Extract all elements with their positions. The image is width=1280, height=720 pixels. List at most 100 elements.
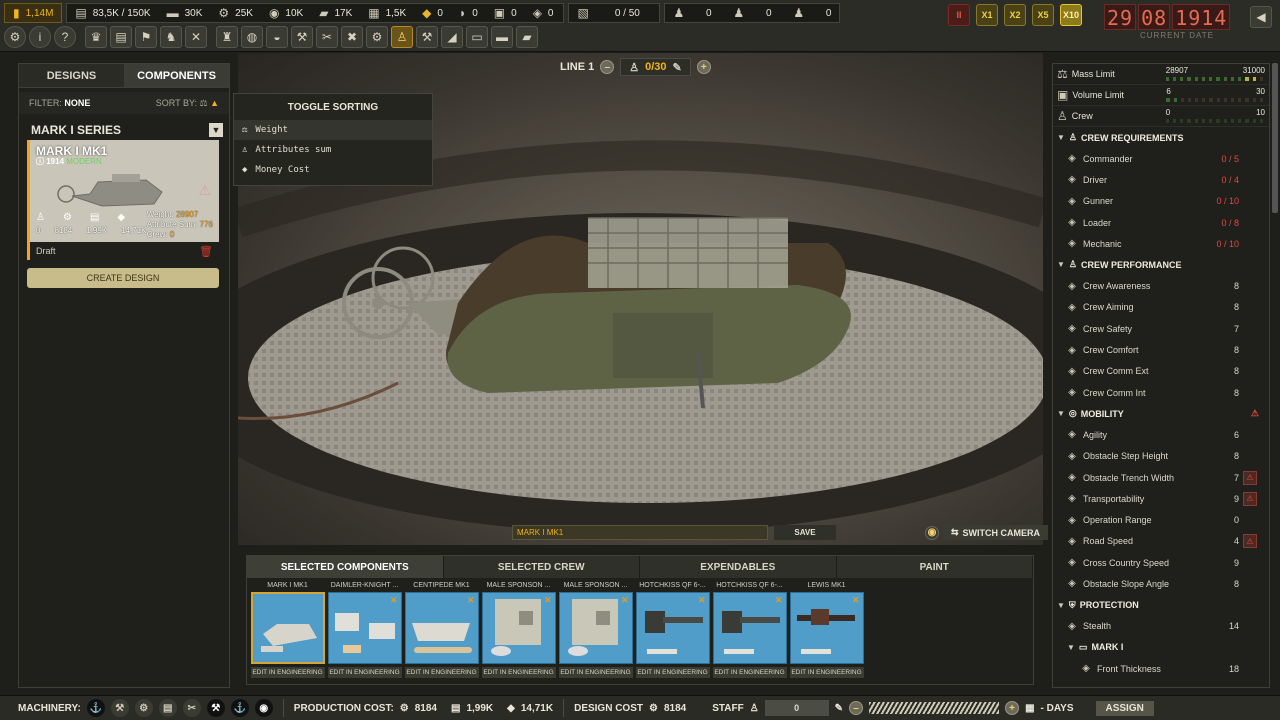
save-button[interactable]: SAVE bbox=[774, 525, 836, 540]
edit-icon[interactable]: ✎ bbox=[673, 61, 682, 74]
stat-row-crew-comm-ext[interactable]: ◈ Crew Comm Ext 8 bbox=[1053, 361, 1269, 382]
warning-icon[interactable]: ⚠ bbox=[1243, 470, 1257, 485]
crossed-swords-icon[interactable]: ✕ bbox=[185, 26, 207, 48]
next-line-icon[interactable]: + bbox=[696, 60, 711, 74]
edit-in-engineering-button[interactable]: EDIT IN ENGINEERING bbox=[327, 667, 402, 678]
create-design-button[interactable]: CREATE DESIGN bbox=[27, 268, 219, 288]
stat-row-stealth[interactable]: ◈ Stealth 14 bbox=[1053, 616, 1269, 637]
section-mobility[interactable]: ▼ ◎ MOBILITY ⚠ bbox=[1053, 403, 1269, 424]
component-slot[interactable]: MALE SPONSON ... ✕ EDIT IN ENGINEERING bbox=[558, 582, 633, 678]
stat-row-obstacle-step-height[interactable]: ◈ Obstacle Step Height 8 bbox=[1053, 446, 1269, 467]
materials-group[interactable]: ▤ 83,5K / 150K ▬ 30K ⚙ 25K ◉ 10K ▰ 17K ▦ 1,5K … bbox=[66, 3, 565, 23]
camera-rotate-icon[interactable]: ◉ bbox=[925, 525, 939, 540]
stats-scrollbar[interactable] bbox=[1272, 63, 1278, 213]
storage-resource[interactable]: ▧ 0 / 50 bbox=[568, 3, 661, 23]
edit-in-engineering-button[interactable]: EDIT IN ENGINEERING bbox=[404, 667, 479, 678]
tab-selected-crew[interactable]: SELECTED CREW bbox=[443, 556, 640, 578]
edit-in-engineering-button[interactable]: EDIT IN ENGINEERING bbox=[558, 667, 633, 678]
stat-row-crew-comm-int[interactable]: ◈ Crew Comm Int 8 bbox=[1053, 382, 1269, 403]
stat-row-mechanic[interactable]: ◈ Mechanic 0 / 10 bbox=[1053, 233, 1269, 254]
stat-row-loader[interactable]: ◈ Loader 0 / 8 bbox=[1053, 212, 1269, 233]
sort-option-money[interactable]: ◆ Money Cost bbox=[234, 160, 432, 180]
edit-icon[interactable]: ✎ bbox=[835, 703, 843, 714]
wrench-icon[interactable]: ✖ bbox=[341, 26, 363, 48]
staff-slider[interactable] bbox=[869, 702, 1000, 714]
stat-row-agility[interactable]: ◈ Agility 6 bbox=[1053, 424, 1269, 445]
assign-button[interactable]: ASSIGN bbox=[1095, 700, 1154, 716]
tab-paint[interactable]: PAINT bbox=[836, 556, 1033, 578]
megaphone-icon[interactable]: ◀ bbox=[1250, 6, 1272, 28]
edit-in-engineering-button[interactable]: EDIT IN ENGINEERING bbox=[635, 667, 710, 678]
tab-designs[interactable]: DESIGNS bbox=[19, 64, 124, 88]
component-slot[interactable]: MALE SPONSON ... ✕ EDIT IN ENGINEERING bbox=[481, 582, 556, 678]
tab-components[interactable]: COMPONENTS bbox=[124, 64, 229, 88]
section-crew-performance[interactable]: ▼ ♙ CREW PERFORMANCE bbox=[1053, 254, 1269, 275]
hammer-icon[interactable]: ⚒ bbox=[206, 699, 225, 717]
component-slot[interactable]: MARK I MK1 EDIT IN ENGINEERING bbox=[250, 582, 325, 678]
design-name-input[interactable]: MARK I MK1 bbox=[512, 525, 768, 540]
series-header[interactable]: MARK I SERIES ▼ bbox=[19, 120, 229, 140]
edit-in-engineering-button[interactable]: EDIT IN ENGINEERING bbox=[712, 667, 787, 678]
flag-icon[interactable]: ⚑ bbox=[135, 26, 157, 48]
warning-icon[interactable]: ⚠ bbox=[1243, 491, 1257, 506]
warning-icon[interactable]: ⚠ bbox=[1243, 534, 1257, 549]
info-icon[interactable]: i bbox=[29, 26, 51, 48]
drill-icon[interactable]: ⚒ bbox=[110, 699, 129, 717]
increase-staff-icon[interactable]: + bbox=[1005, 701, 1020, 715]
pause-button[interactable]: II bbox=[948, 4, 970, 26]
remove-icon[interactable]: ✕ bbox=[390, 595, 398, 606]
component-slot[interactable]: HOTCHKISS QF 6-... ✕ EDIT IN ENGINEERING bbox=[712, 582, 787, 678]
hull-thumbnail[interactable] bbox=[250, 592, 325, 664]
trash-icon[interactable]: 🗑 bbox=[199, 245, 213, 258]
tank-icon[interactable]: ▭ bbox=[466, 26, 488, 48]
design-card[interactable]: MARK I MK1 ⓘ 1914 MODERN ⚠ Weight: 28907… bbox=[27, 140, 219, 260]
track-thumbnail[interactable]: ✕ bbox=[404, 592, 479, 664]
money-resource[interactable]: ▮ 1,14M bbox=[4, 3, 63, 23]
anchor-icon[interactable]: ⚓ bbox=[86, 699, 105, 717]
section-protection[interactable]: ▼ ⛨ PROTECTION bbox=[1053, 595, 1269, 616]
factory-icon[interactable]: ♜ bbox=[216, 26, 238, 48]
remove-icon[interactable]: ✕ bbox=[852, 595, 860, 606]
crane-icon[interactable]: ⚓ bbox=[230, 699, 249, 717]
edit-in-engineering-button[interactable]: EDIT IN ENGINEERING bbox=[789, 667, 864, 678]
chevron-down-icon[interactable]: ▼ bbox=[209, 123, 223, 137]
sort-option-weight[interactable]: ⚖ Weight bbox=[234, 120, 432, 140]
component-slot[interactable]: CENTIPEDE MK1 ✕ EDIT IN ENGINEERING bbox=[404, 582, 479, 678]
trophy-icon[interactable]: ♛ bbox=[85, 26, 107, 48]
stat-row-crew-comfort[interactable]: ◈ Crew Comfort 8 bbox=[1053, 339, 1269, 360]
sort-option-attributes[interactable]: ♙ Attributes sum bbox=[234, 140, 432, 160]
component-slot[interactable]: LEWIS MK1 ✕ EDIT IN ENGINEERING bbox=[789, 582, 864, 678]
globe-icon[interactable]: ◍ bbox=[241, 26, 263, 48]
sponson-thumbnail[interactable]: ✕ bbox=[481, 592, 556, 664]
stat-row-transportability[interactable]: ◈ Transportability 9 ⚠ bbox=[1053, 488, 1269, 509]
speed-x10-button[interactable]: X10 bbox=[1060, 4, 1082, 26]
speed-x5-button[interactable]: X5 bbox=[1032, 4, 1054, 26]
switch-camera-button[interactable]: ⇆ SWITCH CAMERA bbox=[943, 525, 1049, 540]
stat-row-commander[interactable]: ◈ Commander 0 / 5 bbox=[1053, 148, 1269, 169]
stat-row-driver[interactable]: ◈ Driver 0 / 4 bbox=[1053, 169, 1269, 190]
remove-icon[interactable]: ✕ bbox=[621, 595, 629, 606]
speed-x1-button[interactable]: X1 bbox=[976, 4, 998, 26]
book-icon[interactable]: ▤ bbox=[110, 26, 132, 48]
stat-row-crew-awareness[interactable]: ◈ Crew Awareness 8 bbox=[1053, 275, 1269, 296]
tab-expendables[interactable]: EXPENDABLES bbox=[640, 556, 837, 578]
build-icon[interactable]: ◢ bbox=[441, 26, 463, 48]
soldier-icon[interactable]: ♞ bbox=[160, 26, 182, 48]
stat-row-road-speed[interactable]: ◈ Road Speed 4 ⚠ bbox=[1053, 531, 1269, 552]
stat-row-obstacle-trench-width[interactable]: ◈ Obstacle Trench Width 7 ⚠ bbox=[1053, 467, 1269, 488]
prev-line-icon[interactable]: – bbox=[600, 60, 615, 74]
saw-icon[interactable]: ◉ bbox=[254, 699, 273, 717]
workers-group[interactable]: ♟ 0 ♟ 0 ♟ 0 bbox=[664, 3, 841, 23]
filter-control[interactable]: FILTER: NONE bbox=[29, 98, 90, 108]
stat-row-cross-country-speed[interactable]: ◈ Cross Country Speed 9 bbox=[1053, 552, 1269, 573]
help-icon[interactable]: ? bbox=[54, 26, 76, 48]
stat-row-gunner[interactable]: ◈ Gunner 0 / 10 bbox=[1053, 191, 1269, 212]
hammer-icon[interactable]: ⚒ bbox=[291, 26, 313, 48]
gear-wrench-icon[interactable]: ⚙ bbox=[366, 26, 388, 48]
cutter-icon[interactable]: ✂ bbox=[182, 699, 201, 717]
decrease-staff-icon[interactable]: – bbox=[849, 701, 864, 715]
cannon-thumbnail[interactable]: ✕ bbox=[635, 592, 710, 664]
section-mark[interactable]: ▼ ▭ MARK I bbox=[1053, 637, 1269, 658]
engine-thumbnail[interactable]: ✕ bbox=[327, 592, 402, 664]
component-slot[interactable]: DAIMLER-KNIGHT ... ✕ EDIT IN ENGINEERING bbox=[327, 582, 402, 678]
